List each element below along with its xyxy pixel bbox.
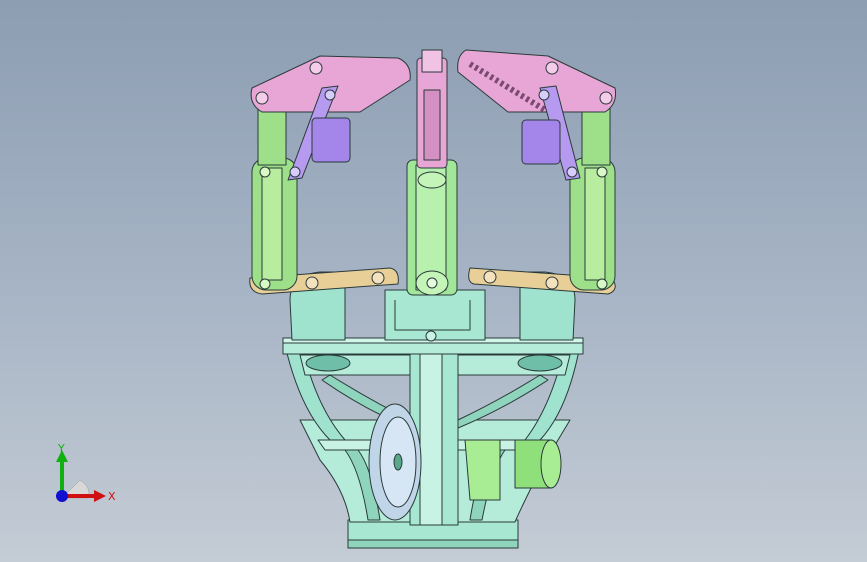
right-finger[interactable]: [457, 49, 616, 291]
left-finger[interactable]: [250, 55, 411, 291]
servo-disc[interactable]: [368, 403, 422, 521]
axis-triad: Y X: [56, 442, 116, 503]
x-axis-arrow: [94, 490, 106, 502]
x-axis-label: X: [108, 490, 116, 503]
gripper-model[interactable]: [0, 0, 867, 562]
cad-viewport[interactable]: Y X: [0, 0, 867, 562]
y-axis-label: Y: [57, 442, 65, 455]
z-axis-dot: [56, 490, 68, 502]
center-finger[interactable]: [406, 49, 458, 296]
base-mount[interactable]: [282, 271, 584, 549]
